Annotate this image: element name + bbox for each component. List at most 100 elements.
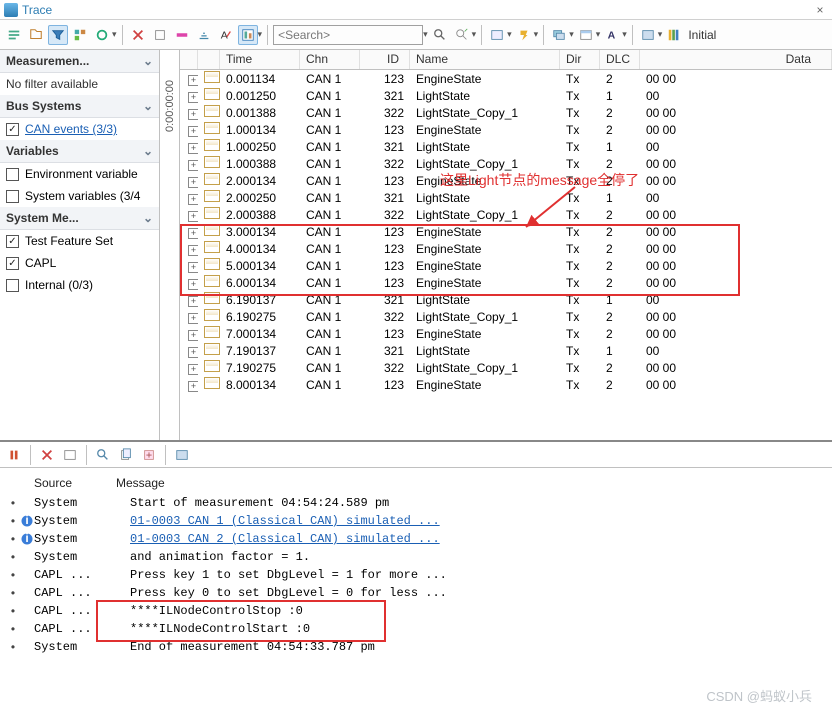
toolbar-button[interactable] <box>92 25 112 45</box>
log-row[interactable]: • CAPL ... Press key 1 to set DbgLevel =… <box>6 566 826 584</box>
toolbar-button[interactable]: A <box>216 25 236 45</box>
dropdown-icon[interactable]: ▾ <box>596 29 601 40</box>
checkbox-icon[interactable] <box>6 190 19 203</box>
expand-icon[interactable]: + <box>188 262 198 273</box>
expand-icon[interactable]: + <box>188 177 198 188</box>
table-row[interactable]: + 0.001388 CAN 1 322 LightState_Copy_1 T… <box>180 104 832 121</box>
toolbar-button[interactable] <box>638 25 658 45</box>
dropdown-icon[interactable]: ▾ <box>112 29 117 40</box>
search-input[interactable]: <Search> <box>273 25 423 45</box>
expand-icon[interactable]: ⌄ <box>143 144 153 158</box>
col-time[interactable]: Time <box>220 50 300 69</box>
dropdown-icon[interactable]: ▾ <box>423 29 428 40</box>
col-name[interactable]: Name <box>410 50 560 69</box>
table-row[interactable]: + 3.000134 CAN 1 123 EngineState Tx 2 00… <box>180 223 832 240</box>
search-icon[interactable] <box>430 25 450 45</box>
grid-body[interactable]: + 0.001134 CAN 1 123 EngineState Tx 2 00… <box>180 70 832 393</box>
table-row[interactable]: + 7.000134 CAN 1 123 EngineState Tx 2 00… <box>180 325 832 342</box>
trace-grid[interactable]: Time Chn ID Name Dir DLC Data + 0.001134… <box>180 50 832 440</box>
table-row[interactable]: + 1.000250 CAN 1 321 LightState Tx 1 00 <box>180 138 832 155</box>
table-row[interactable]: + 6.190275 CAN 1 322 LightState_Copy_1 T… <box>180 308 832 325</box>
col-chn[interactable]: Chn <box>300 50 360 69</box>
expand-icon[interactable]: + <box>188 381 198 392</box>
expand-icon[interactable]: + <box>188 75 198 86</box>
search-icon[interactable] <box>93 445 113 465</box>
pause-button[interactable] <box>4 445 24 465</box>
expand-icon[interactable]: + <box>188 347 198 358</box>
checkbox-icon[interactable] <box>6 168 19 181</box>
columns-button[interactable] <box>664 25 684 45</box>
log-row[interactable]: • System Start of measurement 04:54:24.5… <box>6 494 826 512</box>
table-row[interactable]: + 5.000134 CAN 1 123 EngineState Tx 2 00… <box>180 257 832 274</box>
internal-item[interactable]: Internal (0/3) <box>0 274 159 296</box>
checkbox-icon[interactable] <box>6 257 19 270</box>
log-row[interactable]: • CAPL ... Press key 0 to set DbgLevel =… <box>6 584 826 602</box>
dropdown-icon[interactable]: ▾ <box>258 29 263 40</box>
delete-button[interactable] <box>37 445 57 465</box>
log-row[interactable]: • System and animation factor = 1. <box>6 548 826 566</box>
log-row[interactable]: • CAPL ... ****ILNodeControlStop :0 <box>6 602 826 620</box>
checkbox-icon[interactable] <box>6 235 19 248</box>
expand-icon[interactable]: + <box>188 92 198 103</box>
expand-icon[interactable]: + <box>188 194 198 205</box>
table-row[interactable]: + 2.000388 CAN 1 322 LightState_Copy_1 T… <box>180 206 832 223</box>
col-dlc[interactable]: DLC <box>600 50 640 69</box>
expand-icon[interactable]: + <box>188 160 198 171</box>
dropdown-icon[interactable]: ▾ <box>569 29 574 40</box>
table-row[interactable]: + 1.000134 CAN 1 123 EngineState Tx 2 00… <box>180 121 832 138</box>
expand-icon[interactable]: ⌄ <box>143 99 153 113</box>
expand-icon[interactable]: ⌄ <box>143 54 153 68</box>
toolbar-button[interactable] <box>70 25 90 45</box>
dropdown-icon[interactable]: ▾ <box>658 29 663 40</box>
toolbar-button[interactable] <box>238 25 258 45</box>
expand-icon[interactable]: + <box>188 313 198 324</box>
table-row[interactable]: + 6.000134 CAN 1 123 EngineState Tx 2 00… <box>180 274 832 291</box>
table-row[interactable]: + 1.000388 CAN 1 322 LightState_Copy_1 T… <box>180 155 832 172</box>
expand-icon[interactable]: ⌄ <box>143 211 153 225</box>
tfs-item[interactable]: Test Feature Set <box>0 230 159 252</box>
toolbar-button[interactable] <box>452 25 472 45</box>
section-sysmsg[interactable]: System Me...⌄ <box>0 207 159 230</box>
dropdown-icon[interactable]: ▾ <box>622 29 627 40</box>
checkbox-icon[interactable] <box>6 123 19 136</box>
toolbar-button[interactable] <box>26 25 46 45</box>
expand-icon[interactable]: + <box>188 279 198 290</box>
expand-icon[interactable]: + <box>188 364 198 375</box>
log-body[interactable]: Source Message • System Start of measure… <box>0 468 832 664</box>
log-row[interactable]: • i System 01-0003 CAN 1 (Classical CAN)… <box>6 512 826 530</box>
sys-var-item[interactable]: System variables (3/4 <box>0 185 159 207</box>
col-id[interactable]: ID <box>360 50 410 69</box>
table-row[interactable]: + 0.001250 CAN 1 321 LightState Tx 1 00 <box>180 87 832 104</box>
expand-icon[interactable]: + <box>188 109 198 120</box>
col-data[interactable]: Data <box>640 50 832 69</box>
toolbar-button[interactable] <box>172 445 192 465</box>
toolbar-button[interactable] <box>487 25 507 45</box>
expand-icon[interactable]: + <box>188 330 198 341</box>
toolbar-button[interactable] <box>194 25 214 45</box>
section-bus[interactable]: Bus Systems⌄ <box>0 95 159 118</box>
toolbar-button[interactable] <box>514 25 534 45</box>
filter-button[interactable] <box>48 25 68 45</box>
toolbar-button[interactable] <box>549 25 569 45</box>
dropdown-icon[interactable]: ▾ <box>534 29 539 40</box>
toolbar-button[interactable]: A <box>602 25 622 45</box>
expand-icon[interactable]: + <box>188 143 198 154</box>
log-row[interactable]: • i System 01-0003 CAN 2 (Classical CAN)… <box>6 530 826 548</box>
log-row[interactable]: • System End of measurement 04:54:33.787… <box>6 638 826 656</box>
table-row[interactable]: + 6.190137 CAN 1 321 LightState Tx 1 00 <box>180 291 832 308</box>
copy-button[interactable] <box>116 445 136 465</box>
toolbar-button[interactable] <box>4 25 24 45</box>
dropdown-icon[interactable]: ▾ <box>472 29 477 40</box>
table-row[interactable]: + 7.190137 CAN 1 321 LightState Tx 1 00 <box>180 342 832 359</box>
initial-label[interactable]: Initial <box>688 28 716 42</box>
log-row[interactable]: • CAPL ... ****ILNodeControlStart :0 <box>6 620 826 638</box>
expand-icon[interactable]: + <box>188 296 198 307</box>
expand-icon[interactable]: + <box>188 211 198 222</box>
expand-icon[interactable]: + <box>188 228 198 239</box>
delete-button[interactable] <box>128 25 148 45</box>
section-measurement[interactable]: Measuremen...⌄ <box>0 50 159 73</box>
capl-item[interactable]: CAPL <box>0 252 159 274</box>
table-row[interactable]: + 0.001134 CAN 1 123 EngineState Tx 2 00… <box>180 70 832 87</box>
table-row[interactable]: + 2.000250 CAN 1 321 LightState Tx 1 00 <box>180 189 832 206</box>
table-row[interactable]: + 2.000134 CAN 1 123 EngineState Tx 2 00… <box>180 172 832 189</box>
